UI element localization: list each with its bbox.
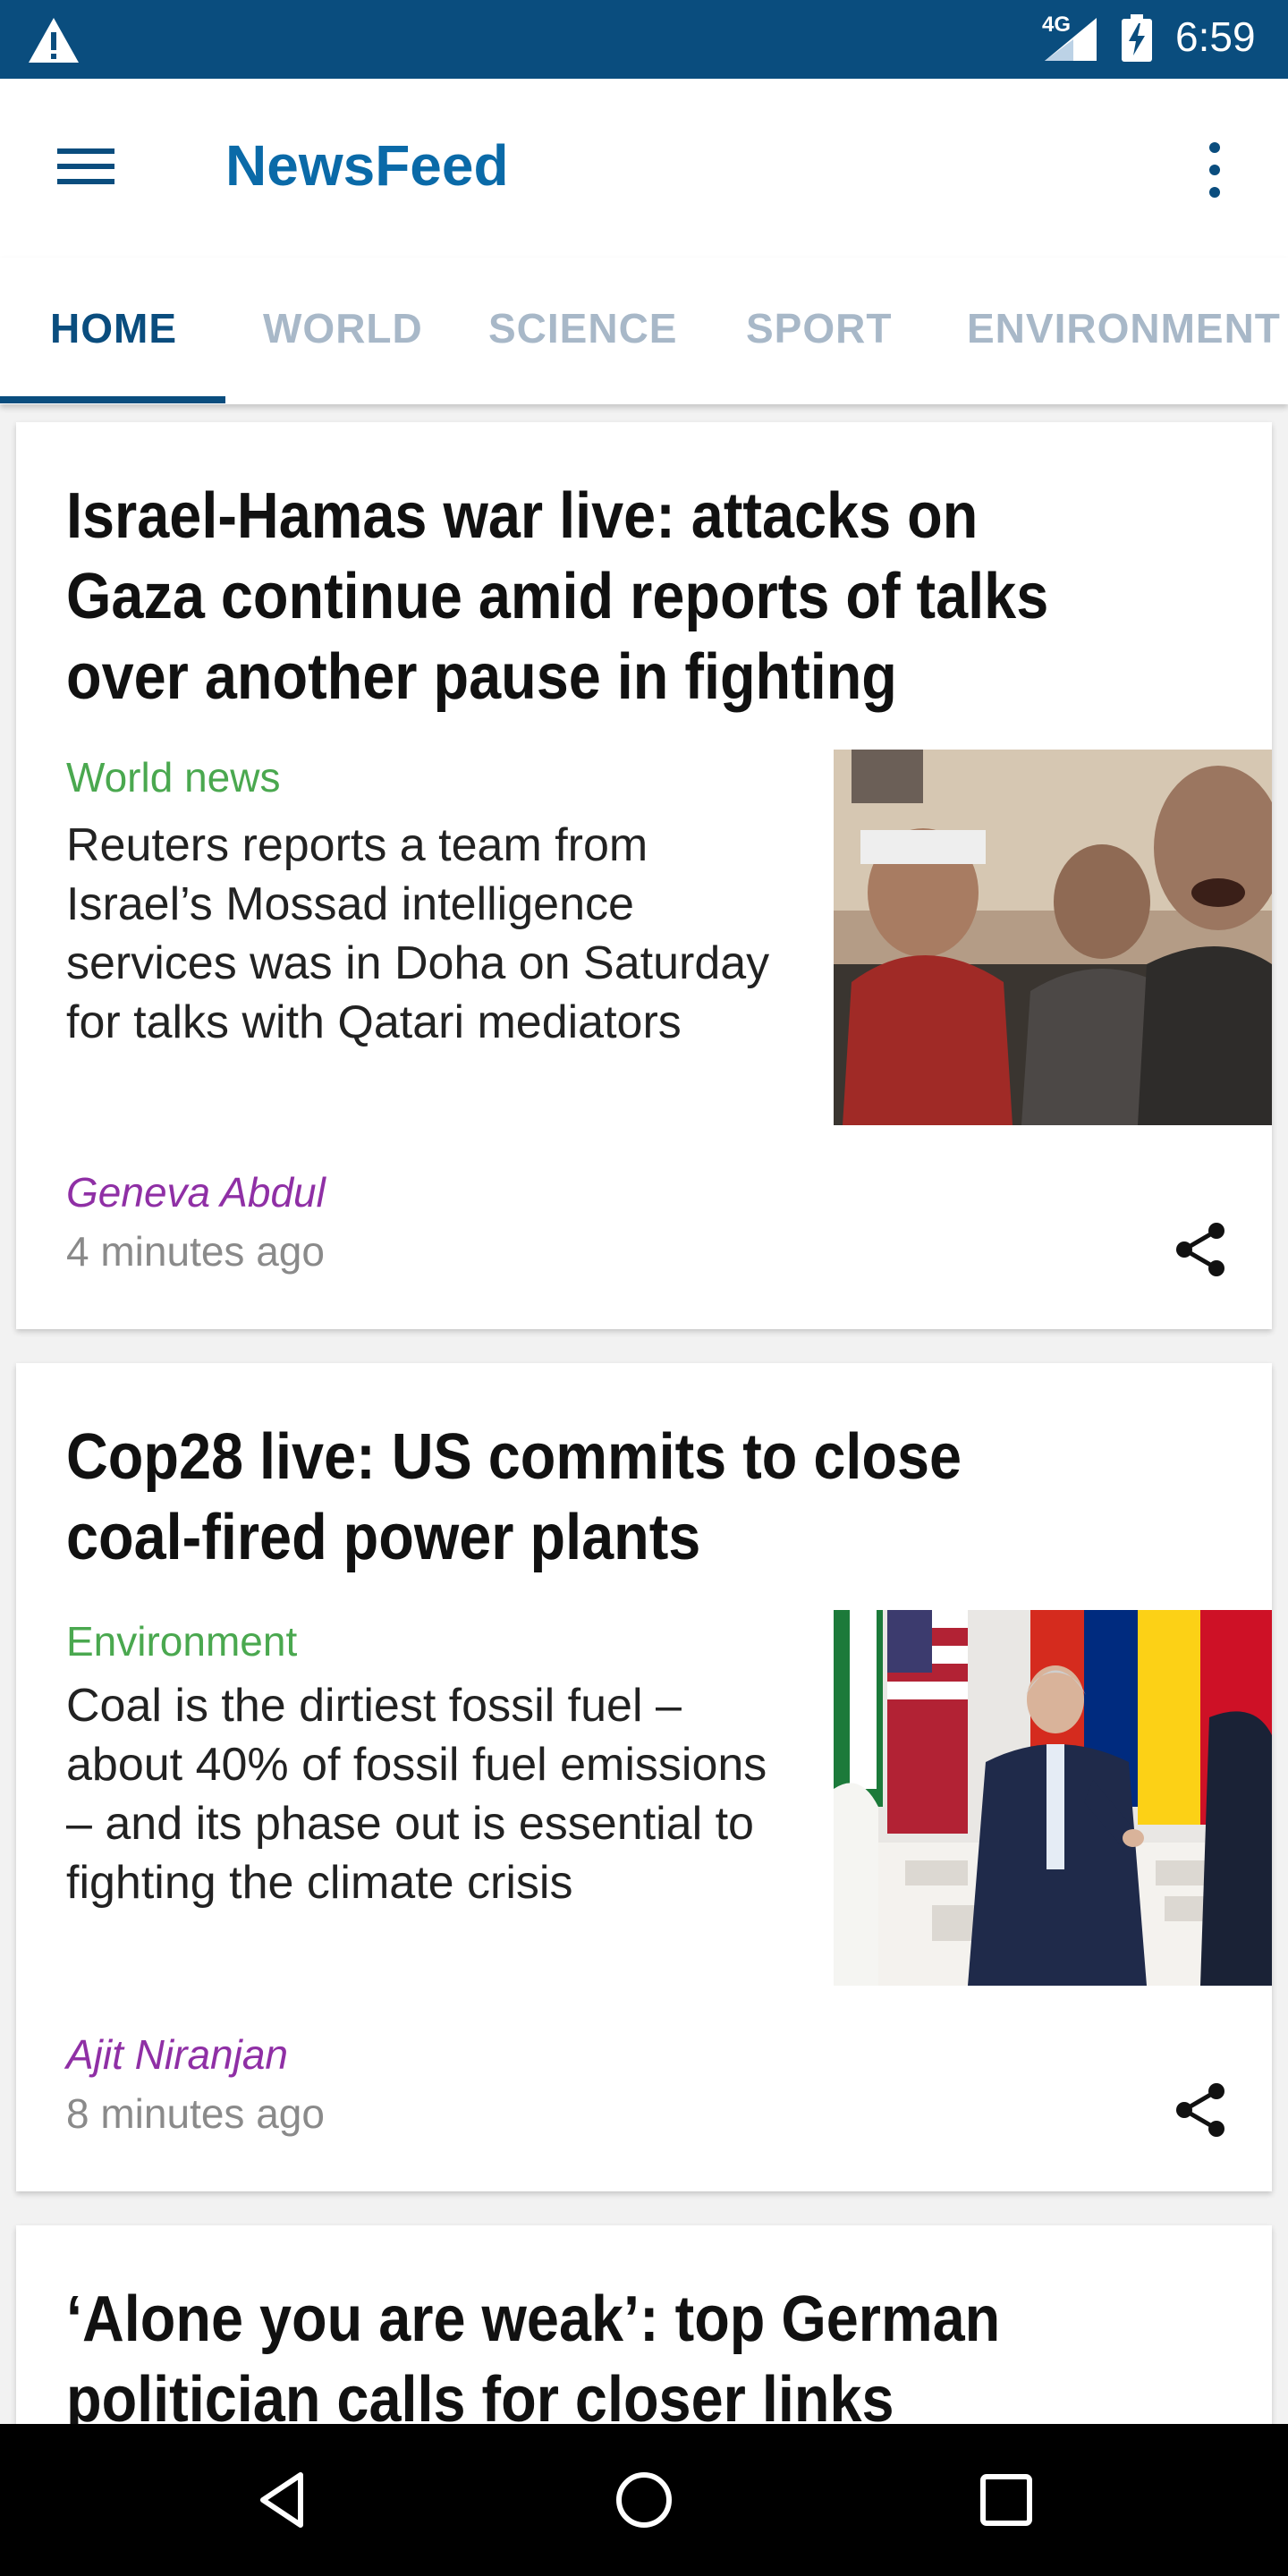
home-icon[interactable]	[608, 2464, 680, 2536]
category-tabs: HOME WORLD SCIENCE SPORT ENVIRONMENT	[0, 258, 1288, 404]
article-section: Environment	[66, 1618, 298, 1665]
active-tab-indicator	[0, 396, 225, 403]
share-icon[interactable]	[1170, 2079, 1233, 2141]
article-summary: Reuters reports a team from Israel’s Mos…	[66, 819, 770, 1048]
more-options-icon[interactable]	[1199, 134, 1231, 206]
status-bar: 4G 6:59	[0, 0, 1288, 79]
article-card[interactable]: ‘Alone you are weak’: top German politic…	[16, 2225, 1272, 2458]
article-timestamp: 8 minutes ago	[66, 2090, 325, 2137]
tab-sport[interactable]: SPORT	[746, 304, 892, 352]
warning-icon	[29, 18, 79, 63]
article-author[interactable]: Ajit Niranjan	[66, 2030, 288, 2079]
app-title: NewsFeed	[225, 133, 509, 198]
system-navigation-bar	[0, 2424, 1288, 2576]
recents-icon[interactable]	[970, 2464, 1042, 2536]
article-headline[interactable]: Israel-Hamas war live: attacks on Gaza c…	[66, 476, 1105, 717]
article-thumbnail[interactable]	[834, 750, 1272, 1125]
back-icon[interactable]	[247, 2464, 318, 2536]
article-summary: Coal is the dirtiest fossil fuel – about…	[66, 1680, 767, 1909]
article-card[interactable]: Israel-Hamas war live: attacks on Gaza c…	[16, 422, 1272, 1329]
hamburger-menu-icon[interactable]	[50, 141, 122, 191]
clock: 6:59	[1175, 13, 1256, 60]
signal-icon	[1045, 18, 1097, 61]
article-thumbnail[interactable]	[834, 1610, 1272, 1986]
tab-environment[interactable]: ENVIRONMENT	[967, 304, 1281, 352]
article-author[interactable]: Geneva Abdul	[66, 1168, 326, 1216]
tab-science[interactable]: SCIENCE	[488, 304, 677, 352]
article-headline[interactable]: Cop28 live: US commits to close coal-fir…	[66, 1417, 1105, 1578]
tab-home[interactable]: HOME	[50, 304, 177, 352]
battery-charging-icon	[1122, 14, 1152, 62]
tab-world[interactable]: WORLD	[263, 304, 423, 352]
share-icon[interactable]	[1170, 1218, 1233, 1281]
article-card[interactable]: Cop28 live: US commits to close coal-fir…	[16, 1363, 1272, 2191]
app-bar: NewsFeed	[0, 79, 1288, 258]
article-timestamp: 4 minutes ago	[66, 1228, 325, 1275]
article-section: World news	[66, 754, 281, 801]
